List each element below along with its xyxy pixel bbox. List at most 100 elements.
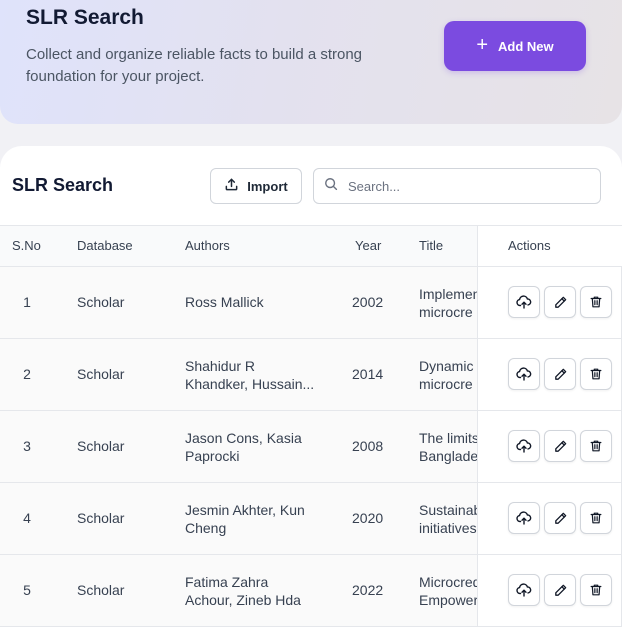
cell-authors: Jesmin Akhter, Kun Cheng — [185, 501, 325, 537]
edit-row-button[interactable] — [544, 286, 576, 318]
cell-database: Scholar — [77, 438, 125, 454]
cell-title-line: microcre — [419, 376, 473, 392]
slr-table: S.No Database Authors Year Title Actions… — [0, 225, 622, 627]
edit-row-button[interactable] — [544, 430, 576, 462]
cell-year: 2008 — [352, 438, 384, 454]
actions-cell — [477, 267, 622, 338]
pencil-icon — [554, 440, 566, 452]
plus-icon: + — [476, 34, 489, 56]
upload-icon — [224, 177, 239, 195]
cell-title-line: Banglade — [419, 448, 477, 464]
cell-year: 2014 — [352, 366, 384, 382]
table-row: 1 Scholar Ross Mallick 2002 Implemen mic… — [0, 267, 622, 339]
table-row: 3 Scholar Jason Cons, Kasia Paprocki 200… — [0, 411, 622, 483]
table-row: 2 Scholar Shahidur R Khandker, Hussain..… — [0, 339, 622, 411]
edit-row-button[interactable] — [544, 358, 576, 390]
cell-title-line: microcre — [419, 304, 473, 320]
column-header-title: Title — [419, 238, 444, 253]
cell-sno: 1 — [23, 294, 31, 310]
cell-title-line: Microcred — [419, 574, 477, 590]
cell-title-line: Implemen — [419, 286, 477, 302]
add-new-label: Add New — [498, 38, 554, 54]
cell-database: Scholar — [77, 366, 125, 382]
cell-title-line: The limits — [419, 430, 477, 446]
cell-sno: 3 — [23, 438, 31, 454]
trash-icon — [590, 296, 602, 308]
cell-authors-line: Shahidur R — [185, 358, 256, 374]
edit-row-button[interactable] — [544, 502, 576, 534]
cell-title: Microcred Empower — [419, 573, 477, 609]
column-header-sno: S.No — [12, 238, 41, 253]
page-title: SLR Search — [26, 6, 144, 29]
cell-title: Dynamic microcre — [419, 357, 477, 393]
cell-year: 2002 — [352, 294, 384, 310]
page-description: Collect and organize reliable facts to b… — [26, 46, 363, 85]
cell-title: Sustainab initiatives — [419, 501, 477, 537]
upload-row-button[interactable] — [508, 430, 540, 462]
cloud-upload-icon — [516, 295, 532, 309]
cell-year: 2020 — [352, 510, 384, 526]
actions-cell — [477, 411, 622, 482]
edit-row-button[interactable] — [544, 574, 576, 606]
cell-database: Scholar — [77, 510, 125, 526]
cell-authors: Shahidur R Khandker, Hussain... — [185, 357, 325, 393]
pencil-icon — [554, 368, 566, 380]
cloud-upload-icon — [516, 367, 532, 381]
import-label: Import — [247, 178, 288, 194]
cell-year: 2022 — [352, 582, 384, 598]
cell-sno: 2 — [23, 366, 31, 382]
card-title: SLR Search — [12, 175, 114, 195]
cloud-upload-icon — [516, 583, 532, 597]
upload-row-button[interactable] — [508, 286, 540, 318]
upload-row-button[interactable] — [508, 574, 540, 606]
delete-row-button[interactable] — [580, 286, 612, 318]
cell-authors-line: Jesmin Akhter, Kun — [185, 502, 305, 518]
actions-cell — [477, 555, 622, 626]
cell-authors: Jason Cons, Kasia Paprocki — [185, 429, 325, 465]
cell-authors-line: Cheng — [185, 520, 227, 536]
column-header-actions: Actions — [508, 238, 551, 253]
table-row: 4 Scholar Jesmin Akhter, Kun Cheng 2020 … — [0, 483, 622, 555]
delete-row-button[interactable] — [580, 574, 612, 606]
cell-title-line: Sustainab — [419, 502, 477, 518]
actions-cell — [477, 483, 622, 554]
cell-title: Implemen microcre — [419, 285, 477, 321]
cell-database: Scholar — [77, 294, 125, 310]
upload-row-button[interactable] — [508, 502, 540, 534]
header-banner: SLR Search Collect and organize reliable… — [0, 0, 622, 124]
trash-icon — [590, 368, 602, 380]
cloud-upload-icon — [516, 439, 532, 453]
delete-row-button[interactable] — [580, 502, 612, 534]
delete-row-button[interactable] — [580, 430, 612, 462]
cell-sno: 5 — [23, 582, 31, 598]
add-new-button[interactable]: + Add New — [444, 21, 586, 71]
cell-title: The limits Banglade — [419, 429, 477, 465]
actions-cell — [477, 339, 622, 410]
column-header-authors: Authors — [185, 238, 230, 253]
trash-icon — [590, 440, 602, 452]
trash-icon — [590, 512, 602, 524]
cell-authors-line: Khandker, Hussain... — [185, 376, 315, 392]
cell-authors-line: Paprocki — [185, 448, 240, 464]
cell-database: Scholar — [77, 582, 125, 598]
search-input[interactable] — [348, 178, 578, 194]
delete-row-button[interactable] — [580, 358, 612, 390]
cell-sno: 4 — [23, 510, 31, 526]
search-box[interactable] — [313, 168, 601, 204]
table-row: 5 Scholar Fatima Zahra Achour, Zineb Hda… — [0, 555, 622, 627]
pencil-icon — [554, 512, 566, 524]
pencil-icon — [554, 296, 566, 308]
cell-authors-line: Achour, Zineb Hda — [185, 592, 301, 608]
cell-authors: Ross Mallick — [185, 294, 264, 310]
import-button[interactable]: Import — [210, 168, 302, 204]
cell-title-line: Empower — [419, 592, 477, 608]
upload-row-button[interactable] — [508, 358, 540, 390]
column-header-year: Year — [355, 238, 382, 253]
cell-title-line: Dynamic — [419, 358, 474, 374]
actions-header-cell: Actions — [477, 226, 622, 266]
cell-authors: Fatima Zahra Achour, Zineb Hda — [185, 573, 325, 609]
cell-title-line: initiatives — [419, 520, 477, 536]
cell-authors-line: Fatima Zahra — [185, 574, 269, 590]
cloud-upload-icon — [516, 511, 532, 525]
table-header: S.No Database Authors Year Title Actions — [0, 226, 622, 267]
